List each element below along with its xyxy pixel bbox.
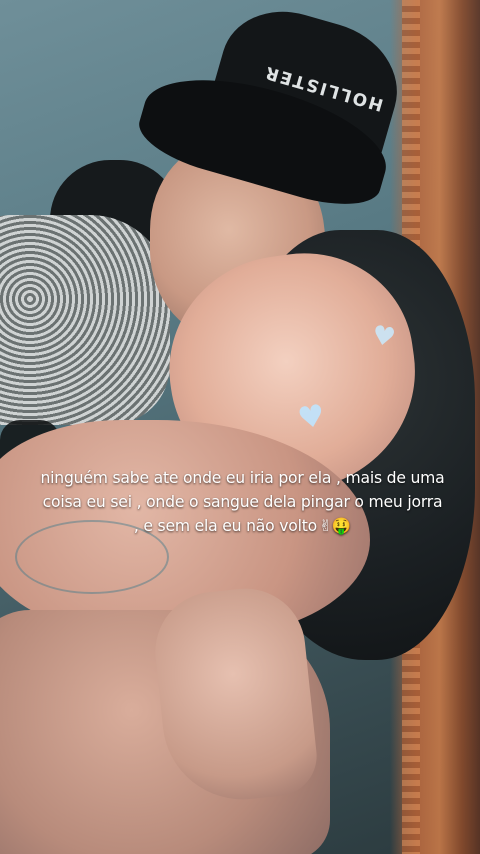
- story-frame: HOLLISTER ♥ ♥ ninguém sabe ate onde eu i…: [0, 0, 480, 854]
- heart-sticker-cheek: ♥: [295, 397, 328, 438]
- story-caption: ninguém sabe ate onde eu iria por ela , …: [40, 466, 445, 538]
- caption-emojis: ✌🤑: [319, 517, 352, 535]
- patterned-shirt: [0, 215, 170, 425]
- caption-text: ninguém sabe ate onde eu iria por ela , …: [40, 469, 445, 535]
